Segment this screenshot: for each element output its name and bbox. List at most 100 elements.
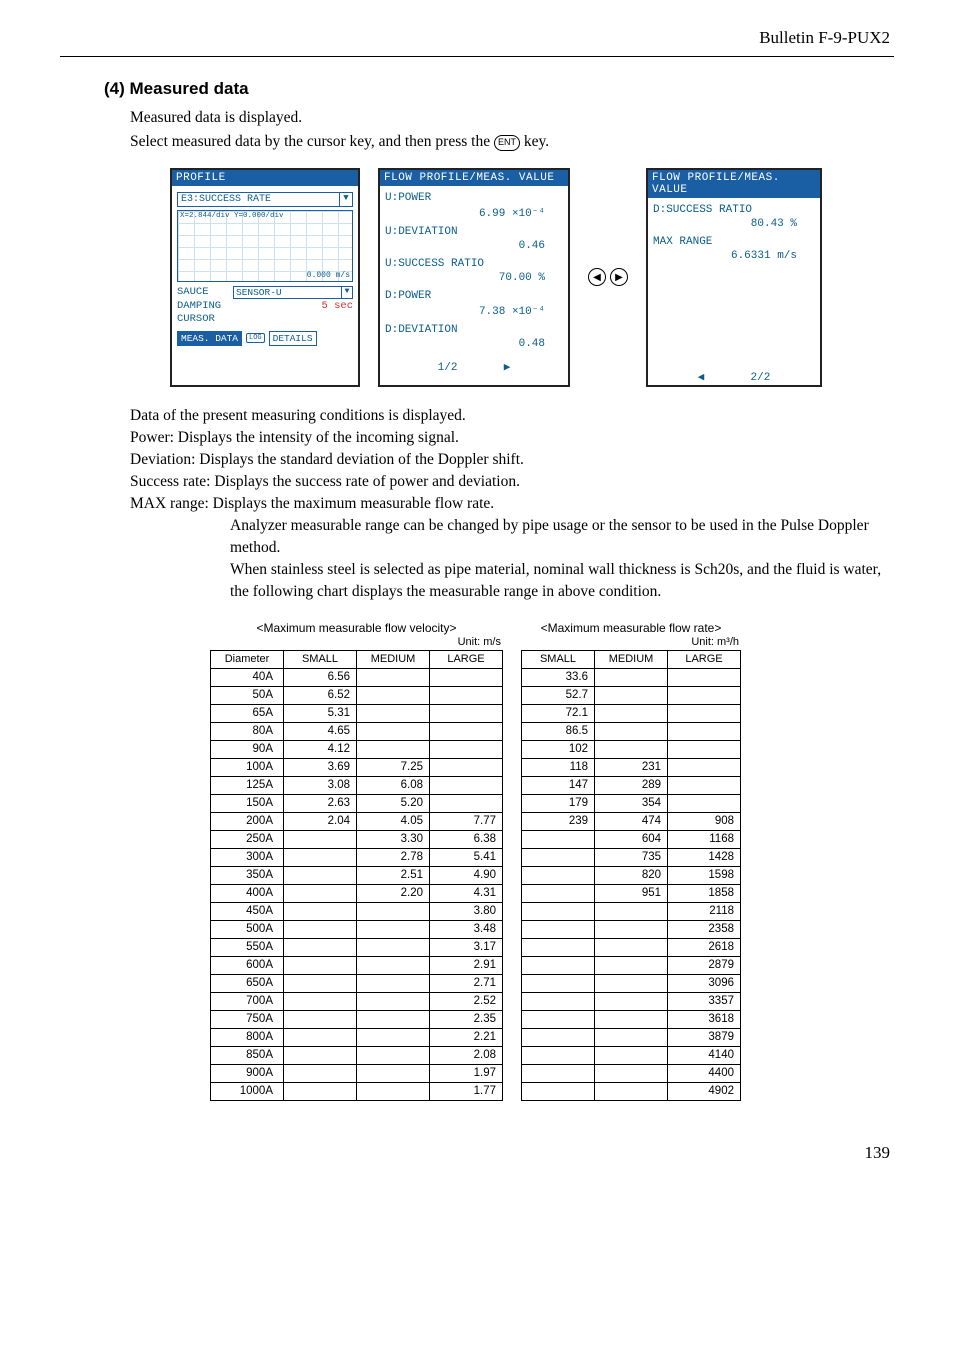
cell-large bbox=[668, 740, 741, 758]
rate-caption: <Maximum measurable flow rate> bbox=[521, 621, 741, 635]
cell-large: 1428 bbox=[668, 848, 741, 866]
nav-right-icon[interactable]: ▶ bbox=[610, 268, 628, 286]
cell-small bbox=[522, 974, 595, 992]
page-number: 139 bbox=[60, 1143, 894, 1163]
panel-title: PROFILE bbox=[172, 170, 358, 186]
table-row: 3357 bbox=[522, 992, 741, 1010]
rate-table: SMALL MEDIUM LARGE 33.652.772.186.510211… bbox=[521, 650, 741, 1101]
cell-medium bbox=[595, 668, 668, 686]
velocity-unit: Unit: m/s bbox=[210, 636, 503, 648]
cell-medium bbox=[595, 1028, 668, 1046]
cell-diameter: 900A bbox=[211, 1064, 284, 1082]
section-heading: (4) Measured data bbox=[104, 79, 894, 99]
cell-diameter: 300A bbox=[211, 848, 284, 866]
table-row: 118231 bbox=[522, 758, 741, 776]
cell-large: 6.38 bbox=[430, 830, 503, 848]
cell-medium bbox=[357, 668, 430, 686]
rate-unit: Unit: m³/h bbox=[521, 636, 741, 648]
cell-medium bbox=[357, 1028, 430, 1046]
u-success-label: U:SUCCESS RATIO bbox=[385, 258, 563, 270]
table-row: 50A6.52 bbox=[211, 686, 503, 704]
cell-diameter: 550A bbox=[211, 938, 284, 956]
cell-large: 2618 bbox=[668, 938, 741, 956]
cell-large: 7.77 bbox=[430, 812, 503, 830]
table-row: 90A4.12 bbox=[211, 740, 503, 758]
table-row: 65A5.31 bbox=[211, 704, 503, 722]
velocity-caption: <Maximum measurable flow velocity> bbox=[210, 621, 503, 635]
table-row: 850A2.08 bbox=[211, 1046, 503, 1064]
table-row: 125A3.086.08 bbox=[211, 776, 503, 794]
cell-large bbox=[430, 758, 503, 776]
cell-small bbox=[284, 1046, 357, 1064]
pager-1: 1/2 ▶ bbox=[385, 360, 563, 374]
cell-small: 86.5 bbox=[522, 722, 595, 740]
table-row: 72.1 bbox=[522, 704, 741, 722]
sensor-value: SENSOR-U bbox=[234, 287, 341, 298]
chevron-down-icon: ▼ bbox=[339, 193, 352, 206]
cell-large: 2.91 bbox=[430, 956, 503, 974]
cell-small bbox=[522, 1046, 595, 1064]
table-row: 450A3.80 bbox=[211, 902, 503, 920]
cell-medium bbox=[357, 920, 430, 938]
indent-line: When stainless steel is selected as pipe… bbox=[230, 559, 894, 603]
cell-large: 3879 bbox=[668, 1028, 741, 1046]
cell-large bbox=[430, 776, 503, 794]
cell-diameter: 500A bbox=[211, 920, 284, 938]
cell-small bbox=[284, 1082, 357, 1100]
u-power-label: U:POWER bbox=[385, 192, 563, 204]
cell-medium bbox=[595, 902, 668, 920]
intro-line-2: Select measured data by the cursor key, … bbox=[130, 131, 894, 153]
meas-data-button[interactable]: MEAS. DATA bbox=[177, 331, 242, 346]
damping-value: 5 sec bbox=[229, 300, 353, 312]
cell-small bbox=[522, 956, 595, 974]
cell-medium bbox=[357, 992, 430, 1010]
descr-line: Success rate: Displays the success rate … bbox=[130, 471, 894, 493]
cell-diameter: 250A bbox=[211, 830, 284, 848]
cell-small bbox=[284, 920, 357, 938]
table-row: 102 bbox=[522, 740, 741, 758]
cell-diameter: 200A bbox=[211, 812, 284, 830]
cell-small bbox=[522, 938, 595, 956]
sensor-dropdown[interactable]: SENSOR-U ▼ bbox=[233, 286, 353, 299]
table-row: 239474908 bbox=[522, 812, 741, 830]
cell-small bbox=[522, 902, 595, 920]
nav-arrows: ◀ ▶ bbox=[588, 268, 628, 286]
cell-medium bbox=[357, 1064, 430, 1082]
graph-value: 0.000 m/s bbox=[307, 271, 350, 280]
d-power-label: D:POWER bbox=[385, 290, 563, 302]
u-power-value: 6.99 ×10⁻⁴ bbox=[385, 206, 563, 220]
table-row: 3096 bbox=[522, 974, 741, 992]
cell-small bbox=[522, 866, 595, 884]
cell-diameter: 80A bbox=[211, 722, 284, 740]
table-row: 2879 bbox=[522, 956, 741, 974]
cell-medium: 2.78 bbox=[357, 848, 430, 866]
cell-medium bbox=[357, 722, 430, 740]
cell-diameter: 1000A bbox=[211, 1082, 284, 1100]
cell-diameter: 90A bbox=[211, 740, 284, 758]
cell-large bbox=[430, 686, 503, 704]
col-small: SMALL bbox=[522, 650, 595, 668]
table-row: 2118 bbox=[522, 902, 741, 920]
cell-large: 1598 bbox=[668, 866, 741, 884]
cell-medium: 3.30 bbox=[357, 830, 430, 848]
table-row: 2358 bbox=[522, 920, 741, 938]
success-rate-dropdown[interactable]: E3:SUCCESS RATE ▼ bbox=[177, 192, 353, 207]
cell-large: 2358 bbox=[668, 920, 741, 938]
cell-large: 4.90 bbox=[430, 866, 503, 884]
cell-large bbox=[668, 722, 741, 740]
cell-medium bbox=[357, 938, 430, 956]
cell-small bbox=[522, 1082, 595, 1100]
cell-large: 4.31 bbox=[430, 884, 503, 902]
nav-left-icon[interactable]: ◀ bbox=[588, 268, 606, 286]
page-indicator: 1/2 bbox=[438, 362, 458, 374]
table-row: 80A4.65 bbox=[211, 722, 503, 740]
damping-label: DAMPING bbox=[177, 300, 229, 312]
description-block: Data of the present measuring conditions… bbox=[130, 405, 894, 515]
cell-small: 72.1 bbox=[522, 704, 595, 722]
table-row: 100A3.697.25 bbox=[211, 758, 503, 776]
panel-title: FLOW PROFILE/MEAS. VALUE bbox=[648, 170, 820, 198]
cell-medium bbox=[595, 704, 668, 722]
prev-page-icon[interactable]: ◀ bbox=[698, 372, 705, 384]
details-button[interactable]: DETAILS bbox=[269, 331, 317, 346]
next-page-icon[interactable]: ▶ bbox=[504, 362, 511, 374]
